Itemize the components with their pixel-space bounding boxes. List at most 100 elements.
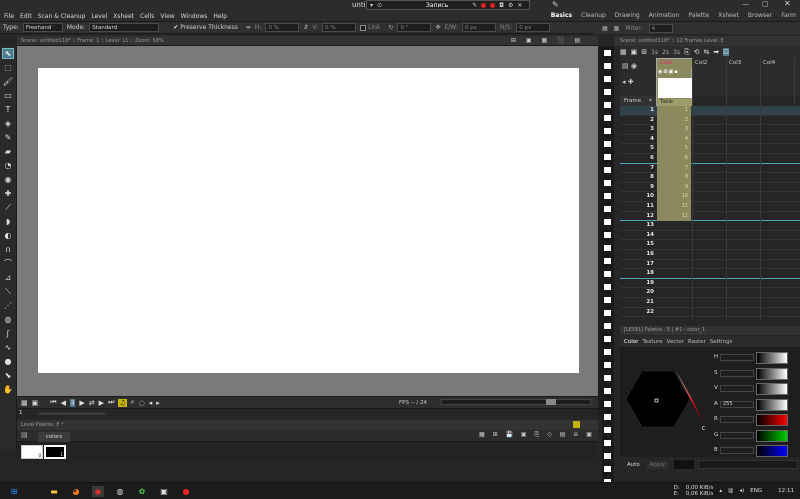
tray-arrow-icon[interactable]: ▴ (719, 488, 722, 494)
v-field[interactable]: 0 % (322, 23, 357, 32)
reframe-icon[interactable]: ⊞ (641, 48, 647, 56)
app3-icon[interactable]: ▣ (158, 486, 170, 497)
xsheet-cell[interactable]: 4 (657, 134, 691, 145)
xsheet-row[interactable]: 66 (620, 154, 800, 164)
sound-icon[interactable]: ♫ (118, 398, 127, 407)
xsheet-row[interactable]: 20 (620, 288, 800, 298)
style-tab-color[interactable]: Color (624, 339, 638, 345)
xsheet-row[interactable]: 33 (620, 125, 800, 135)
camera-canvas[interactable] (38, 68, 579, 373)
rgb-picker-icon[interactable]: ✚ (2, 188, 14, 199)
camera-icon[interactable]: ⊙ (377, 2, 382, 9)
pen-icon[interactable]: ✎ (472, 2, 477, 9)
style-swatch-0[interactable]: 0 (21, 445, 43, 459)
channel-field-a[interactable]: 255 (720, 400, 754, 408)
channel-field-r[interactable] (720, 416, 754, 423)
close-button[interactable]: ✕ (784, 0, 791, 8)
prev-frame-icon[interactable]: ◀ (61, 399, 66, 407)
frame-slider[interactable] (39, 412, 105, 415)
xsheet-row[interactable]: 21 (620, 298, 800, 308)
type-select[interactable]: Freehand (22, 23, 63, 32)
last-frame-icon[interactable]: ⏭ (108, 398, 114, 407)
app2-icon[interactable]: ✿ (136, 486, 148, 497)
zoom-icon[interactable]: ⌕ (131, 398, 135, 407)
iron-tool-icon[interactable]: ⊿ (2, 272, 14, 283)
color-wheel[interactable]: C (622, 357, 708, 442)
style-tab-texture[interactable]: Texture (642, 339, 662, 345)
minimize-button[interactable]: — (742, 0, 749, 8)
xsheet-row[interactable]: 19 (620, 279, 800, 289)
room-tab-basics[interactable]: Basics (547, 10, 576, 22)
toggle-icon[interactable]: ⊡ (723, 48, 730, 56)
xsheet-row[interactable]: 15 (620, 240, 800, 250)
auto-button[interactable]: Auto (624, 461, 643, 469)
xsheet-cell[interactable]: 6 (657, 154, 691, 164)
reframe1-icon[interactable]: 1s (651, 49, 658, 56)
palette-tab[interactable]: colors (38, 432, 70, 442)
menu-windows[interactable]: Windows (181, 13, 208, 20)
duplicate-icon[interactable]: ⎘ (684, 48, 690, 57)
frame-dropdown-icon[interactable]: ▾ (649, 96, 652, 106)
menu-cells[interactable]: Cells (140, 13, 154, 20)
menu-edit[interactable]: Edit (20, 13, 32, 20)
xsheet-row[interactable]: 88 (620, 173, 800, 183)
link-option[interactable]: Link (360, 24, 380, 31)
volume-icon[interactable]: ◂) (739, 488, 744, 494)
new-style-swatch[interactable] (674, 460, 695, 469)
gear-icon[interactable]: ⚙ (508, 2, 513, 9)
add-column-icon[interactable]: ◂ ✚ (622, 78, 634, 86)
hook-tool-icon[interactable]: ʃ (2, 328, 14, 339)
plastic-tool-icon[interactable]: ∿ (2, 342, 14, 353)
maximize-button[interactable]: ▢ (762, 0, 769, 8)
xsheet-row[interactable]: 16 (620, 250, 800, 260)
camera-toggle-icon[interactable]: ▤ ◉ (622, 62, 637, 70)
room-tab-drawing[interactable]: Drawing (611, 10, 644, 22)
eraser-tool-icon[interactable]: ▰ (2, 146, 14, 157)
xsheet-row[interactable]: 22 (620, 308, 800, 318)
ns-field[interactable]: 0 px (516, 23, 551, 32)
tape-tool-icon[interactable]: ◔ (2, 160, 14, 171)
next-key-icon[interactable]: ▸ (156, 399, 160, 407)
channel-field-g[interactable] (720, 431, 754, 439)
close-recorder-icon[interactable]: ✕ (517, 2, 522, 9)
tracker-tool-icon[interactable]: ◍ (2, 314, 14, 325)
channel-field-s[interactable] (720, 369, 754, 377)
reframe3-icon[interactable]: 3s (673, 49, 680, 56)
animate-tool-icon[interactable]: ⬉ (2, 48, 14, 59)
col1-toggles[interactable]: ◉⊠▣▪ (658, 68, 692, 77)
room-tab-cleanup[interactable]: Cleanup (577, 10, 610, 22)
xsheet-row[interactable]: 22 (620, 115, 800, 126)
magnet-tool-icon[interactable]: ∩ (2, 244, 14, 255)
cutter-tool-icon[interactable]: ⟍ (2, 286, 14, 297)
next-icon[interactable]: ➡ (713, 48, 719, 56)
skeleton-tool-icon[interactable]: ⋰ (2, 300, 14, 311)
room-tab-palette[interactable]: Palette (684, 10, 713, 22)
bg-color-icon[interactable]: ▣ (32, 399, 39, 407)
palette-menu-icon[interactable]: ▤ (21, 431, 28, 439)
xsheet-row[interactable]: 13 (620, 221, 800, 231)
xsheet-cell[interactable]: 1 (657, 106, 691, 116)
fps-slider-handle[interactable] (546, 399, 556, 405)
xsheet-row[interactable]: 10 10 (620, 192, 800, 202)
pump-tool-icon[interactable]: ◐ (2, 230, 14, 241)
xsheet-row[interactable]: 17 (620, 260, 800, 270)
checkerboard-icon[interactable]: ◌ (139, 399, 145, 407)
firefox-icon[interactable]: ◕ (70, 486, 82, 497)
channel-slider-h[interactable] (756, 352, 788, 364)
swing-icon[interactable]: ⇆ (703, 48, 709, 56)
xsheet-row[interactable]: 44 (620, 134, 800, 145)
xsheet-row[interactable]: 77 (620, 163, 800, 174)
lock-icon[interactable] (573, 421, 580, 428)
xsheet-cell[interactable]: 9 (657, 182, 691, 193)
language-indicator[interactable]: ENG (750, 488, 762, 494)
xsheet-row[interactable]: 99 (620, 182, 800, 193)
link-checkbox[interactable] (360, 24, 367, 31)
rotate-tool-icon[interactable]: ⬊ (2, 370, 14, 381)
channel-slider-b[interactable] (756, 445, 788, 457)
column-header-col3[interactable]: Col3 (727, 58, 761, 106)
style-tab-raster[interactable]: Raster (688, 339, 706, 345)
room-tab-browser[interactable]: Browser (744, 10, 776, 22)
channel-slider-g[interactable] (756, 429, 788, 442)
menu-file[interactable]: File (4, 13, 14, 20)
room-tab-xsheet[interactable]: Xsheet (714, 10, 743, 22)
